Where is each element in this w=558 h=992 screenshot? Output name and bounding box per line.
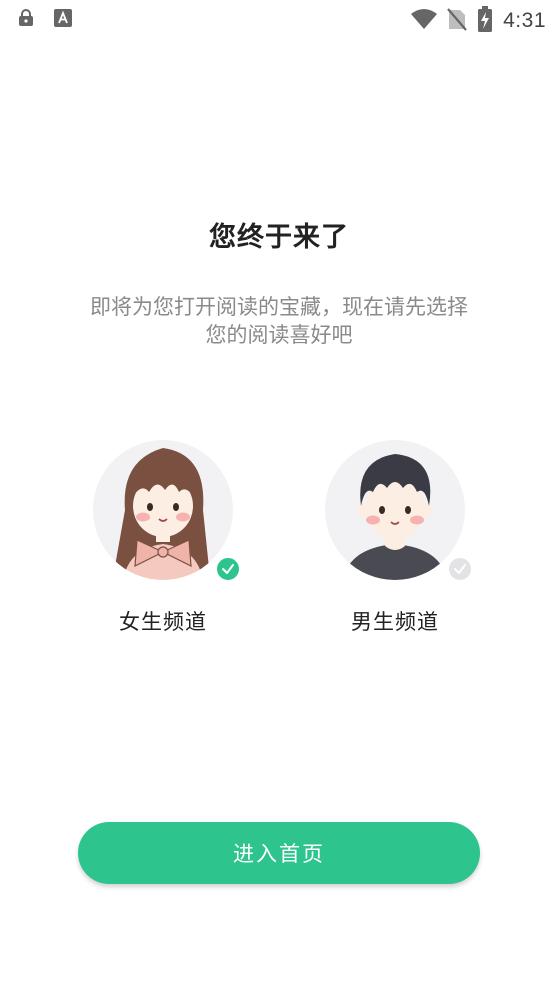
keyboard-a-icon [54, 9, 72, 31]
status-left [18, 9, 72, 31]
enter-home-button[interactable]: 进入首页 [78, 822, 480, 884]
girl-avatar-illustration [93, 440, 233, 580]
check-icon [454, 564, 466, 574]
channel-male[interactable]: 男生频道 [315, 440, 475, 636]
boy-avatar-illustration [325, 440, 465, 580]
page-title: 您终于来了 [209, 222, 349, 253]
lock-icon [18, 9, 34, 31]
status-bar: 4:31 [0, 0, 558, 38]
selected-check-badge [215, 556, 241, 582]
channel-female[interactable]: 女生频道 [83, 440, 243, 636]
page-subtitle: 即将为您打开阅读的宝藏，现在请先选择您的阅读喜好吧 [90, 295, 468, 347]
channel-male-label: 男生频道 [351, 610, 439, 634]
status-time: 4:31 [503, 9, 546, 32]
battery-charging-icon [477, 6, 493, 36]
wifi-icon [411, 9, 438, 33]
status-right: 4:31 [411, 6, 546, 36]
unselected-check-badge [447, 556, 473, 582]
no-sim-icon [447, 7, 467, 35]
channel-female-label: 女生频道 [119, 610, 207, 634]
avatar-male[interactable] [325, 440, 473, 582]
avatar-female[interactable] [93, 440, 241, 582]
check-icon [222, 564, 234, 574]
